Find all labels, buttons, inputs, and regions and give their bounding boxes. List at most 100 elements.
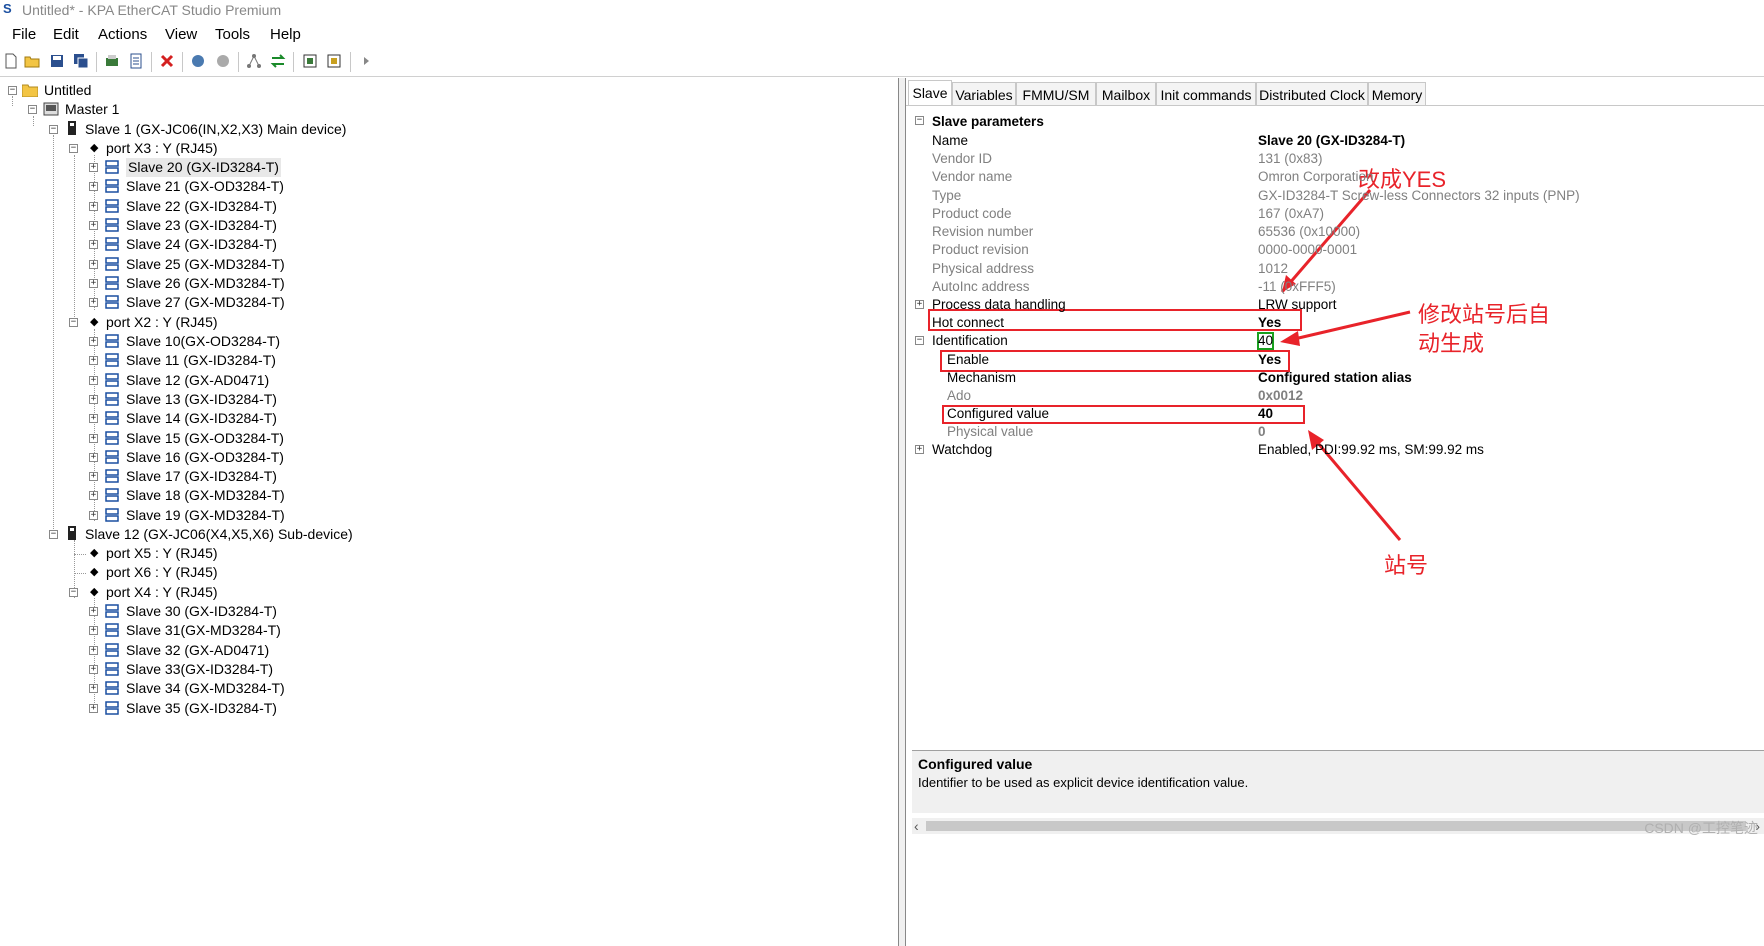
tree-slave-item[interactable]: Slave 11 (GX-ID3284-T) xyxy=(126,351,276,370)
expand-toggle[interactable]: + xyxy=(89,510,98,520)
expand-toggle[interactable]: + xyxy=(89,664,98,674)
menu-help[interactable]: Help xyxy=(270,26,301,43)
collapse-toggle[interactable]: − xyxy=(69,318,78,327)
expand-toggle[interactable]: + xyxy=(89,163,98,172)
menu-edit[interactable]: Edit xyxy=(53,26,79,43)
expand-toggle[interactable]: + xyxy=(89,684,98,694)
tree-slave-item[interactable]: Slave 27 (GX-MD3284-T) xyxy=(126,293,285,312)
param-value[interactable]: 0x0012 xyxy=(1258,387,1303,405)
tab-slave[interactable]: Slave xyxy=(908,80,952,106)
expand-toggle[interactable]: + xyxy=(89,414,98,424)
param-value[interactable]: LRW support xyxy=(1258,296,1337,314)
report-icon[interactable] xyxy=(128,53,144,69)
tree-slave-item[interactable]: Slave 14 (GX-ID3284-T) xyxy=(126,409,277,428)
collapse-toggle[interactable]: − xyxy=(8,86,17,95)
expand-toggle[interactable]: + xyxy=(89,298,98,308)
tree-slave-1[interactable]: Slave 1 (GX-JC06(IN,X2,X3) Main device) xyxy=(85,120,346,139)
param-value[interactable]: 40 xyxy=(1258,405,1273,423)
tab-variables[interactable]: Variables xyxy=(952,82,1016,106)
delete-icon[interactable] xyxy=(159,53,175,69)
expand-toggle[interactable]: + xyxy=(89,433,98,443)
tree-slave-12[interactable]: Slave 12 (GX-JC06(X4,X5,X6) Sub-device) xyxy=(85,525,353,544)
expand-toggle[interactable]: + xyxy=(89,240,98,250)
tree-slave-item[interactable]: Slave 32 (GX-AD0471) xyxy=(126,641,269,660)
expand-toggle[interactable]: + xyxy=(89,645,98,655)
tree-slave-item[interactable]: Slave 31(GX-MD3284-T) xyxy=(126,621,281,640)
collapse-toggle[interactable]: − xyxy=(915,336,924,345)
menu-tools[interactable]: Tools xyxy=(215,26,250,43)
tree-slave-item[interactable]: Slave 20 (GX-ID3284-T) xyxy=(126,158,281,177)
collapse-toggle[interactable]: − xyxy=(49,530,58,539)
expand-toggle[interactable]: + xyxy=(89,607,98,616)
expand-toggle[interactable]: + xyxy=(89,394,98,404)
collapse-toggle[interactable]: − xyxy=(915,116,924,125)
tree-port-x5[interactable]: port X5 : Y (RJ45) xyxy=(106,544,218,563)
splitter[interactable] xyxy=(898,78,906,946)
param-value[interactable]: Configured station alias xyxy=(1258,369,1412,387)
swap-icon[interactable] xyxy=(270,53,286,69)
tree-port-x2[interactable]: port X2 : Y (RJ45) xyxy=(106,313,218,332)
save-icon[interactable] xyxy=(49,53,65,69)
param-value[interactable]: 40 xyxy=(1258,332,1273,350)
tree-slave-item[interactable]: Slave 33(GX-ID3284-T) xyxy=(126,660,273,679)
expand-toggle[interactable]: + xyxy=(89,337,98,346)
collapse-toggle[interactable]: − xyxy=(69,588,78,597)
tree-port-x6[interactable]: port X6 : Y (RJ45) xyxy=(106,563,218,582)
menu-file[interactable]: File xyxy=(12,26,36,43)
disconnect-icon[interactable] xyxy=(215,53,231,69)
param-value[interactable]: -11 (0xFFF5) xyxy=(1258,278,1336,296)
new-file-icon[interactable] xyxy=(3,53,19,69)
expand-toggle[interactable]: + xyxy=(915,445,924,454)
param-value[interactable]: Yes xyxy=(1258,314,1281,332)
expand-toggle[interactable]: + xyxy=(89,356,98,366)
param-value[interactable]: Omron Corporation xyxy=(1258,168,1374,186)
expand-toggle[interactable]: + xyxy=(89,452,98,462)
param-value[interactable]: 131 (0x83) xyxy=(1258,150,1323,168)
connect-icon[interactable] xyxy=(190,53,206,69)
expand-toggle[interactable]: + xyxy=(89,278,98,288)
tree-slave-item[interactable]: Slave 24 (GX-ID3284-T) xyxy=(126,235,277,254)
scroll-left-icon[interactable]: ‹ xyxy=(914,818,919,834)
tab-init-commands[interactable]: Init commands xyxy=(1156,82,1256,106)
expand-toggle[interactable]: + xyxy=(89,626,98,636)
tree-slave-item[interactable]: Slave 17 (GX-ID3284-T) xyxy=(126,467,277,486)
topology-icon[interactable] xyxy=(246,53,262,69)
param-value[interactable]: 1012 xyxy=(1258,260,1288,278)
tree-slave-item[interactable]: Slave 15 (GX-OD3284-T) xyxy=(126,429,284,448)
tab-memory[interactable]: Memory xyxy=(1368,82,1426,106)
tree-slave-item[interactable]: Slave 26 (GX-MD3284-T) xyxy=(126,274,285,293)
param-value[interactable]: Slave 20 (GX-ID3284-T) xyxy=(1258,132,1405,150)
expand-icon[interactable] xyxy=(302,53,318,69)
tab-fmmu-sm[interactable]: FMMU/SM xyxy=(1016,82,1096,106)
tree-master[interactable]: Master 1 xyxy=(65,100,119,119)
expand-toggle[interactable]: + xyxy=(89,703,98,713)
tree-slave-item[interactable]: Slave 21 (GX-OD3284-T) xyxy=(126,177,284,196)
save-all-icon[interactable] xyxy=(73,53,89,69)
tab-mailbox[interactable]: Mailbox xyxy=(1096,82,1156,106)
param-value[interactable]: Enabled, PDI:99.92 ms, SM:99.92 ms xyxy=(1258,441,1484,459)
horizontal-scrollbar[interactable]: ‹ › xyxy=(912,818,1764,834)
collapse-toggle[interactable]: − xyxy=(28,105,37,114)
more-arrow-icon[interactable] xyxy=(358,53,374,69)
param-value[interactable]: 167 (0xA7) xyxy=(1258,205,1324,223)
tree-slave-item[interactable]: Slave 10(GX-OD3284-T) xyxy=(126,332,280,351)
expand-toggle[interactable]: + xyxy=(915,300,924,309)
tree-port-x4[interactable]: port X4 : Y (RJ45) xyxy=(106,583,218,602)
expand-toggle[interactable]: + xyxy=(89,259,98,269)
param-value[interactable]: 0 xyxy=(1258,423,1266,441)
tree-slave-item[interactable]: Slave 25 (GX-MD3284-T) xyxy=(126,255,285,274)
open-folder-icon[interactable] xyxy=(24,53,40,69)
expand-toggle[interactable]: + xyxy=(89,201,98,211)
menu-view[interactable]: View xyxy=(165,26,197,43)
tree-slave-item[interactable]: Slave 16 (GX-OD3284-T) xyxy=(126,448,284,467)
tree-slave-item[interactable]: Slave 23 (GX-ID3284-T) xyxy=(126,216,277,235)
expand-toggle[interactable]: + xyxy=(89,472,98,482)
param-value[interactable]: Yes xyxy=(1258,351,1281,369)
expand-toggle[interactable]: + xyxy=(89,491,98,501)
expand-toggle[interactable]: + xyxy=(89,375,98,385)
collapse-toggle[interactable]: − xyxy=(69,144,78,153)
tree-slave-item[interactable]: Slave 18 (GX-MD3284-T) xyxy=(126,486,285,505)
collapse-icon[interactable] xyxy=(326,53,342,69)
collapse-toggle[interactable]: − xyxy=(49,125,58,134)
tree-slave-item[interactable]: Slave 13 (GX-ID3284-T) xyxy=(126,390,277,409)
